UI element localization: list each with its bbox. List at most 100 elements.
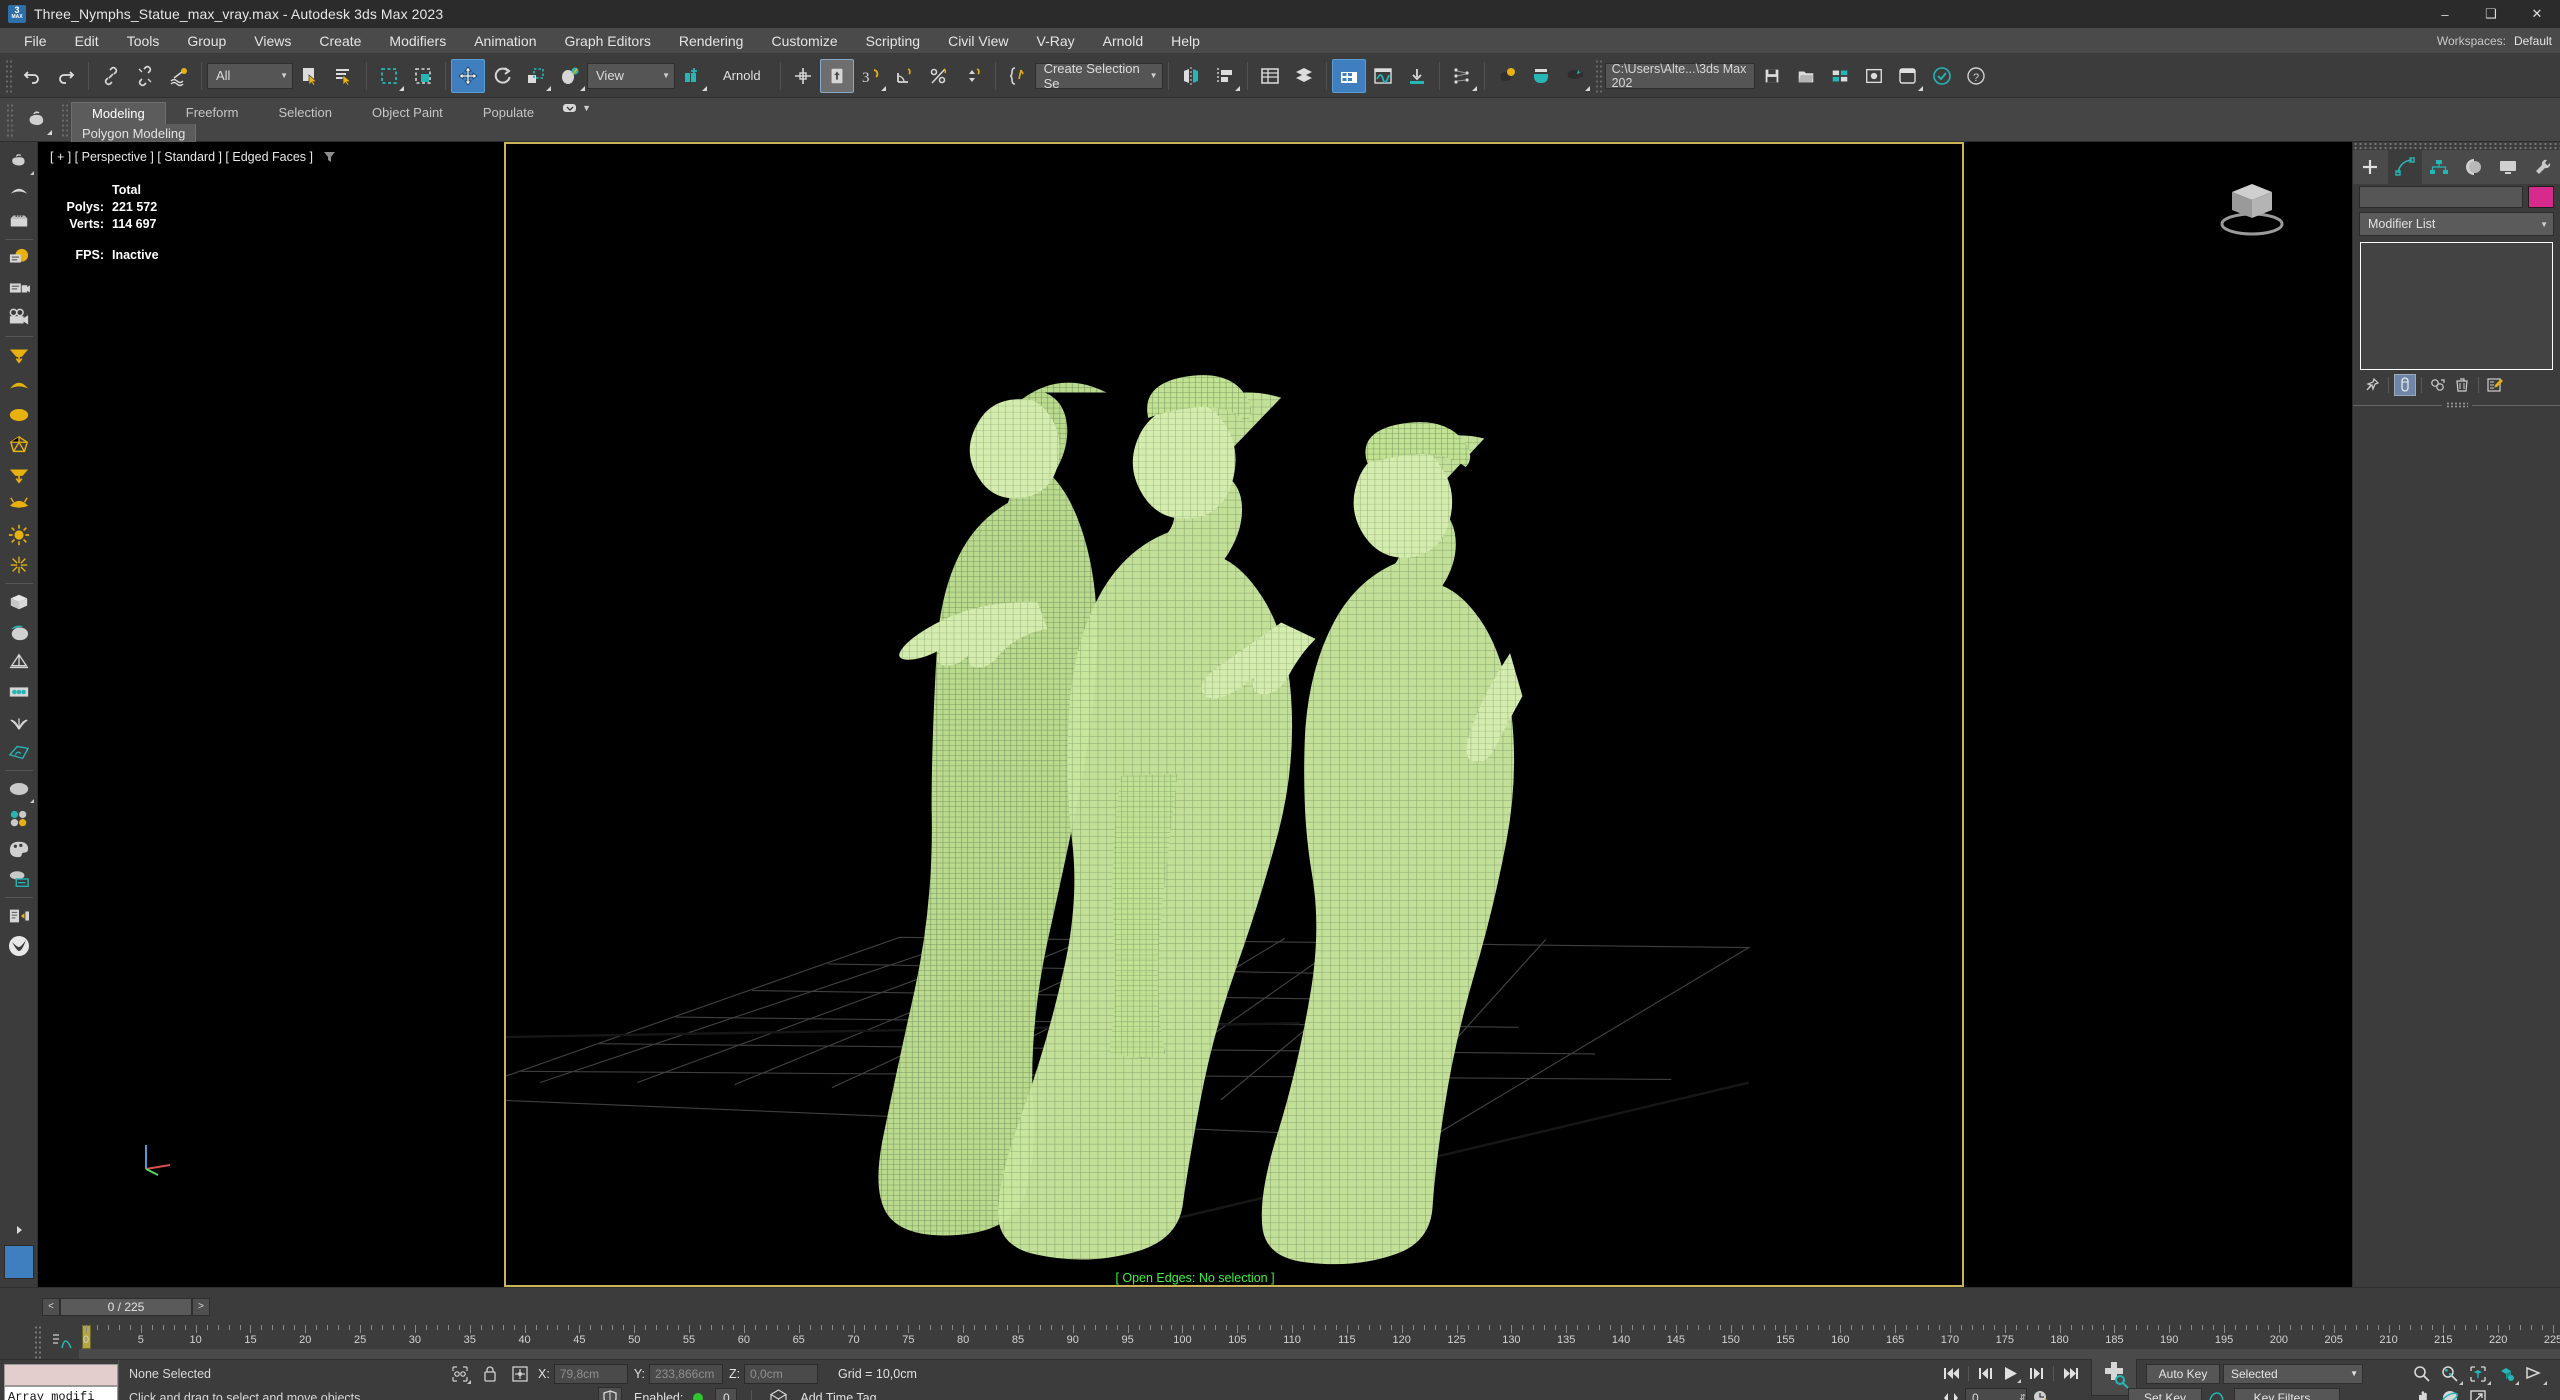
rendered-frame-window-icon[interactable]: [1558, 59, 1592, 93]
key-mode-toggle-icon[interactable]: [1940, 1388, 1962, 1400]
configure-modifier-sets-icon[interactable]: [2484, 374, 2506, 396]
field-of-view-icon[interactable]: [2520, 1362, 2548, 1386]
curve-editor-icon[interactable]: [1366, 59, 1400, 93]
menu-edit[interactable]: Edit: [61, 28, 113, 54]
render-output-path[interactable]: C:\Users\Alte...\3ds Max 202: [1604, 62, 1755, 90]
viewport-filter-icon[interactable]: [324, 152, 336, 163]
state-sets-icon[interactable]: [1823, 59, 1857, 93]
minimize-button[interactable]: –: [2422, 0, 2468, 28]
motion-tab-icon[interactable]: [2457, 150, 2492, 184]
command-panel-resize-handle[interactable]: [2353, 400, 2560, 410]
maxscript-listener-input[interactable]: Array modifi: [4, 1385, 118, 1400]
save-icon[interactable]: [1755, 59, 1789, 93]
orbit-icon[interactable]: [2436, 1386, 2464, 1400]
adaptive-degradation-value[interactable]: 0: [715, 1388, 738, 1400]
ribbon-panel-polygon-modeling[interactable]: Polygon Modeling: [71, 124, 197, 144]
workspaces-selector[interactable]: Workspaces: Default: [2437, 28, 2552, 54]
zoom-all-icon[interactable]: [2436, 1362, 2464, 1386]
plane-object-icon[interactable]: [3, 617, 35, 647]
maximize-viewport-toggle-icon[interactable]: [2464, 1386, 2492, 1400]
utilities-tab-icon[interactable]: [2526, 150, 2560, 184]
material-balls-icon[interactable]: [3, 804, 35, 834]
set-key-button[interactable]: Set Key: [2128, 1387, 2202, 1400]
play-animation-icon[interactable]: [2000, 1364, 2022, 1384]
reference-coordinate-combo[interactable]: View ▼: [587, 62, 675, 89]
redo-icon[interactable]: [49, 59, 83, 93]
ribbon-tab-object-paint[interactable]: Object Paint: [352, 102, 463, 124]
modifier-list-dropdown[interactable]: Modifier List ▼: [2359, 212, 2554, 236]
validate-icon[interactable]: [1925, 59, 1959, 93]
auto-key-button[interactable]: Auto Key: [2146, 1363, 2220, 1384]
pan-view-icon[interactable]: [2408, 1386, 2436, 1400]
menu-scripting[interactable]: Scripting: [852, 28, 934, 54]
hierarchy-tab-icon[interactable]: [2422, 150, 2457, 184]
timeline-ruler[interactable]: 0 5 10 15 20 25 30 35 40 45 50 55 60 65 70 75 80 85 90 95 10…: [79, 1325, 2560, 1359]
isolate-selection-icon[interactable]: [448, 1363, 472, 1385]
palette-icon[interactable]: [3, 834, 35, 864]
coord-z-value[interactable]: 0,0cm: [744, 1363, 819, 1384]
key-filters-button[interactable]: Key Filters...: [2234, 1387, 2340, 1400]
menu-tools[interactable]: Tools: [113, 28, 174, 54]
zoom-region-icon[interactable]: [2492, 1362, 2520, 1386]
track-curve-icon[interactable]: [45, 1325, 79, 1359]
material-editor-icon[interactable]: [1490, 59, 1524, 93]
coord-x[interactable]: X: 79,8cm: [538, 1363, 628, 1384]
next-frame-icon[interactable]: [2025, 1364, 2047, 1384]
left-toolbar-color-swatch[interactable]: [3, 1245, 34, 1279]
annotation-camera-icon[interactable]: [3, 273, 35, 303]
menu-help[interactable]: Help: [1157, 28, 1214, 54]
teapot-icon[interactable]: [3, 146, 35, 176]
command-panel-grip[interactable]: [2353, 142, 2560, 150]
menu-modifiers[interactable]: Modifiers: [375, 28, 460, 54]
capsule-icon[interactable]: [3, 490, 35, 520]
select-by-name-icon[interactable]: [327, 59, 361, 93]
time-configuration-icon[interactable]: [2030, 1388, 2052, 1400]
selection-lock-icon[interactable]: [478, 1363, 502, 1385]
help-icon[interactable]: ?: [1959, 59, 1993, 93]
next-frame-button[interactable]: >: [192, 1297, 210, 1316]
create-tab-icon[interactable]: [2353, 150, 2388, 184]
mirror-icon[interactable]: [1174, 59, 1208, 93]
arc-icon[interactable]: [3, 176, 35, 206]
vray-logo-icon[interactable]: [3, 931, 35, 961]
menu-rendering[interactable]: Rendering: [665, 28, 758, 54]
angle-snap-toggle-icon[interactable]: 3: [854, 59, 888, 93]
previous-frame-button[interactable]: <: [42, 1297, 60, 1316]
edit-named-selection-sets-icon[interactable]: [1001, 59, 1035, 93]
layer-explorer-icon[interactable]: [1253, 59, 1287, 93]
dome-icon[interactable]: [3, 370, 35, 400]
ribbon-tab-freeform[interactable]: Freeform: [166, 102, 259, 124]
render-production-icon[interactable]: [1891, 59, 1925, 93]
default-in-out-tangent-icon[interactable]: [2205, 1388, 2227, 1400]
make-unique-icon[interactable]: [2427, 374, 2449, 396]
time-tag-icon[interactable]: [766, 1387, 790, 1400]
previous-frame-icon[interactable]: [1975, 1364, 1997, 1384]
select-and-link-icon[interactable]: [94, 59, 128, 93]
ribbon-more-icon[interactable]: ▼: [554, 102, 599, 114]
select-and-move-icon[interactable]: [451, 58, 485, 93]
ribbon-tab-selection[interactable]: Selection: [259, 102, 352, 124]
vray-fur-icon[interactable]: [3, 737, 35, 767]
box-icon[interactable]: [3, 587, 35, 617]
cone-icon[interactable]: [3, 340, 35, 370]
angle-snap-degrees-icon[interactable]: [888, 59, 922, 93]
zoom-icon[interactable]: [2408, 1362, 2436, 1386]
camera-icon[interactable]: [3, 303, 35, 333]
sun-icon[interactable]: [3, 520, 35, 550]
cylinder-icon[interactable]: [3, 460, 35, 490]
render-list-icon[interactable]: [3, 901, 35, 931]
select-and-rotate-icon[interactable]: [485, 59, 519, 93]
timeline-grip[interactable]: [34, 1325, 41, 1359]
box-open-icon[interactable]: [3, 206, 35, 236]
menu-civil-view[interactable]: Civil View: [934, 28, 1022, 54]
select-object-icon[interactable]: [293, 59, 327, 93]
maxscript-listener-output[interactable]: [4, 1363, 118, 1386]
ribbon-grip[interactable]: [6, 103, 13, 137]
coord-y[interactable]: Y: 233,866cm: [634, 1363, 723, 1384]
toolbar-grip[interactable]: [5, 58, 12, 93]
geosphere-icon[interactable]: [3, 430, 35, 460]
select-and-uniform-scale-icon[interactable]: [519, 59, 553, 93]
maximize-button[interactable]: ❑: [2468, 0, 2514, 28]
frame-readout[interactable]: 0 / 225: [60, 1297, 192, 1316]
add-time-tag-label[interactable]: Add Time Tag: [800, 1391, 876, 1400]
